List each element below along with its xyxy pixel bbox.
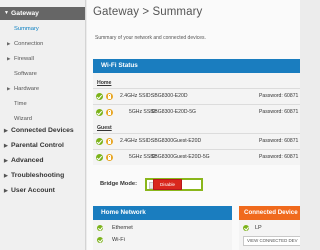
home-network-panel: Ethernet Wi-Fi: [93, 220, 232, 250]
sidebar-item-label: Software: [14, 71, 37, 77]
list-item: Ethernet: [93, 223, 232, 235]
sidebar-item-label: Connected Devices: [11, 127, 74, 134]
home-network-header: Home Network: [93, 206, 232, 220]
sidebar-item-user-account[interactable]: ▶ User Account: [0, 185, 85, 197]
check-circle-icon: [97, 237, 103, 243]
sidebar-item-label: Parental Control: [11, 142, 64, 149]
check-circle-icon: [96, 109, 103, 116]
network-row: 5GHz SSID: SBG8300-E20D-5G Password: 608…: [93, 107, 300, 119]
caret-right-icon: ▶: [4, 158, 8, 164]
network-row: 2.4GHz SSID: SBG8300Guest-E20D Password:…: [93, 136, 300, 148]
ssid-value: SBG8300Guest-E20D-5G: [151, 154, 210, 160]
check-circle-icon: [96, 93, 103, 100]
divider: [93, 88, 300, 89]
divider: [93, 104, 300, 105]
sidebar-item-wizard[interactable]: Wizard: [0, 113, 85, 125]
connected-devices-header: Connected Device: [239, 206, 300, 220]
sidebar-item-label: Connection: [14, 41, 44, 47]
list-item: Wi-Fi: [93, 235, 232, 247]
lock-icon: [106, 109, 113, 116]
caret-right-icon: ▶: [4, 173, 8, 179]
check-circle-icon: [96, 138, 103, 145]
check-circle-icon: [243, 225, 249, 231]
connected-devices-panel: LP VIEW CONNECTED DEV: [239, 220, 300, 250]
caret-down-icon: ▼: [4, 10, 9, 16]
ssid-value: SBG8300-E20D-5G: [151, 109, 197, 115]
sidebar-item-parental-control[interactable]: ▶ Parental Control: [0, 140, 85, 152]
band-label: 2.4GHz SSID:: [120, 138, 152, 144]
sidebar-item-gateway[interactable]: ▼ Gateway: [0, 7, 85, 20]
sidebar-item-label: Firewall: [14, 56, 34, 62]
sidebar-item-label: Time: [14, 101, 27, 107]
check-circle-icon: [97, 225, 103, 231]
disable-button[interactable]: Disable: [153, 179, 182, 190]
caret-right-icon: ▶: [4, 128, 8, 134]
home-network-ethernet: Ethernet: [112, 225, 133, 231]
sidebar-item-label: Gateway: [11, 10, 39, 17]
lock-icon: [106, 154, 113, 161]
caret-right-icon: ▶: [7, 86, 11, 91]
sidebar-item-label: Summary: [14, 26, 39, 32]
ssid-value: SBG8300Guest-E20D: [151, 138, 202, 144]
sidebar-item-time[interactable]: Time: [0, 98, 85, 110]
divider: [93, 149, 300, 150]
divider: [93, 133, 300, 134]
sidebar: ▼ Gateway Summary ▶ Connection ▶ Firewal…: [0, 0, 86, 250]
password-value: Password: 60871: [259, 138, 299, 144]
page-description: Summary of your network and connected de…: [95, 35, 206, 41]
sidebar-item-hardware[interactable]: ▶ Hardware: [0, 83, 85, 95]
password-value: Password: 60871: [259, 93, 299, 99]
sidebar-item-software[interactable]: Software: [0, 68, 85, 80]
sidebar-item-label: User Account: [11, 187, 55, 194]
wifi-status-panel: Home 2.4GHz SSID: SBG8300-E20D Password:…: [93, 73, 300, 165]
sidebar-item-label: Wizard: [14, 116, 33, 122]
sidebar-item-label: Advanced: [11, 157, 44, 164]
main-content: Gateway > Summary Summary of your networ…: [87, 0, 300, 250]
bridge-mode-label: Bridge Mode:: [100, 181, 138, 187]
lock-icon: [106, 138, 113, 145]
lock-icon: [106, 93, 113, 100]
sidebar-item-firewall[interactable]: ▶ Firewall: [0, 53, 85, 65]
wifi-status-header: Wi-Fi Status: [93, 59, 300, 73]
band-label: 2.4GHz SSID:: [120, 93, 152, 99]
sidebar-item-label: Troubleshooting: [11, 172, 65, 179]
sidebar-item-connection[interactable]: ▶ Connection: [0, 38, 85, 50]
caret-right-icon: ▶: [7, 56, 11, 61]
ssid-value: SBG8300-E20D: [151, 93, 188, 99]
sidebar-item-troubleshooting[interactable]: ▶ Troubleshooting: [0, 170, 85, 182]
caret-right-icon: ▶: [4, 188, 8, 194]
network-row: 2.4GHz SSID: SBG8300-E20D Password: 6087…: [93, 91, 300, 103]
group-label-guest: Guest: [97, 125, 112, 131]
home-network-wifi: Wi-Fi: [112, 237, 125, 243]
app: ▼ Gateway Summary ▶ Connection ▶ Firewal…: [0, 0, 300, 250]
sidebar-item-label: Hardware: [14, 86, 40, 92]
page-title: Gateway > Summary: [93, 6, 203, 18]
caret-right-icon: ▶: [4, 143, 8, 149]
sidebar-item-advanced[interactable]: ▶ Advanced: [0, 155, 85, 167]
sidebar-item-connected-devices[interactable]: ▶ Connected Devices: [0, 125, 85, 137]
caret-right-icon: ▶: [7, 41, 11, 46]
check-circle-icon: [96, 154, 103, 161]
password-value: Password: 60871: [259, 109, 299, 115]
sidebar-item-summary[interactable]: Summary: [0, 23, 85, 35]
network-row: 5GHz SSID: SBG8300Guest-E20D-5G Password…: [93, 152, 300, 164]
group-label-home: Home: [97, 80, 112, 86]
list-item: LP: [239, 224, 300, 234]
view-connected-devices-button[interactable]: VIEW CONNECTED DEV: [243, 236, 300, 246]
password-value: Password: 60871: [259, 154, 299, 160]
device-name: LP: [255, 225, 262, 231]
